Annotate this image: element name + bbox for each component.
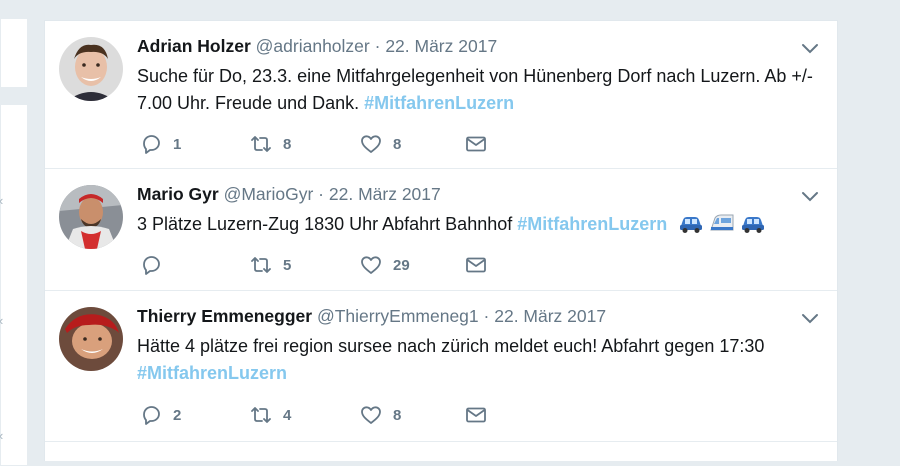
tweet-date[interactable]: 22. März 2017 [385,36,497,56]
tweet[interactable]: Thierry Emmenegger @ThierryEmmeneg1 · 22… [45,291,837,442]
retweet-icon [251,136,271,152]
retweet-button[interactable]: 4 [249,403,291,427]
chevron-down-icon[interactable] [799,307,821,329]
retweet-count: 5 [283,256,292,274]
envelope-icon [466,257,486,273]
heart-icon [361,256,381,274]
retweet-icon [251,257,271,273]
emoji-group [678,212,766,242]
sidebar-card [0,18,28,88]
user-name[interactable]: Adrian Holzer [137,36,251,56]
avatar[interactable] [59,307,123,371]
tweet-header: Adrian Holzer @adrianholzer · 22. März 2… [137,36,497,57]
user-name[interactable]: Mario Gyr [137,184,219,204]
like-button[interactable]: 29 [359,253,410,277]
tweet-timeline: Adrian Holzer @adrianholzer · 22. März 2… [44,20,838,461]
direct-message-button[interactable] [464,403,488,427]
reply-button[interactable]: 1 [139,132,181,156]
reply-icon [143,406,160,425]
like-button[interactable]: 8 [359,132,401,156]
envelope-icon [466,136,486,152]
chevron-left-icon[interactable]: ‹ [0,428,3,443]
retweet-icon [251,407,271,423]
reply-button[interactable] [139,253,173,277]
tweet-body: Hätte 4 plätze frei region sursee nach z… [137,336,765,356]
separator-dot: · [483,306,490,326]
user-handle[interactable]: @ThierryEmmeneg1 [317,306,479,326]
retweet-button[interactable]: 5 [249,253,291,277]
tweet-header: Thierry Emmenegger @ThierryEmmeneg1 · 22… [137,306,606,327]
retweet-button[interactable]: 8 [249,132,291,156]
like-count: 8 [393,135,402,153]
tweet-text: Suche für Do, 23.3. eine Mitfahrgelegenh… [137,63,827,117]
reply-button[interactable]: 2 [139,403,181,427]
sidebar-card: ‹ ‹ ‹ [0,104,28,466]
left-sidebar: ‹ ‹ ‹ [0,0,30,466]
reply-count: 1 [173,135,182,153]
avatar[interactable] [59,37,123,101]
tweet-date[interactable]: 22. März 2017 [494,306,606,326]
direct-message-button[interactable] [464,132,488,156]
tweet-body: 3 Plätze Luzern-Zug 1830 Uhr Abfahrt Bah… [137,214,513,234]
like-count: 8 [393,406,402,424]
reply-count: 2 [173,406,182,424]
like-button[interactable]: 8 [359,403,401,427]
reply-icon [143,256,160,275]
retweet-count: 8 [283,135,292,153]
car-emoji [680,217,703,233]
chevron-down-icon[interactable] [799,37,821,59]
tweet[interactable]: Mario Gyr @MarioGyr · 22. März 2017 3 Pl… [45,169,837,291]
hashtag-link[interactable]: #MitfahrenLuzern [517,214,667,234]
reply-icon [143,135,160,154]
tweet-text: Hätte 4 plätze frei region sursee nach z… [137,333,827,387]
like-count: 29 [393,256,410,274]
car-emoji [742,217,765,233]
separator-dot: · [374,36,381,56]
avatar[interactable] [59,185,123,249]
envelope-icon [466,407,486,423]
hashtag-link[interactable]: #MitfahrenLuzern [137,363,287,383]
tweet-header: Mario Gyr @MarioGyr · 22. März 2017 [137,184,441,205]
tweet[interactable]: Adrian Holzer @adrianholzer · 22. März 2… [45,21,837,169]
tweet-date[interactable]: 22. März 2017 [329,184,441,204]
user-name[interactable]: Thierry Emmenegger [137,306,312,326]
user-handle[interactable]: @MarioGyr [224,184,314,204]
chevron-left-icon[interactable]: ‹ [0,193,3,208]
chevron-left-icon[interactable]: ‹ [0,313,3,328]
user-handle[interactable]: @adrianholzer [256,36,370,56]
train-emoji [710,214,734,231]
retweet-count: 4 [283,406,292,424]
direct-message-button[interactable] [464,253,488,277]
hashtag-link[interactable]: #MitfahrenLuzern [364,93,514,113]
heart-icon [361,406,381,424]
heart-icon [361,135,381,153]
separator-dot: · [318,184,324,204]
tweet-text: 3 Plätze Luzern-Zug 1830 Uhr Abfahrt Bah… [137,211,827,242]
chevron-down-icon[interactable] [799,185,821,207]
